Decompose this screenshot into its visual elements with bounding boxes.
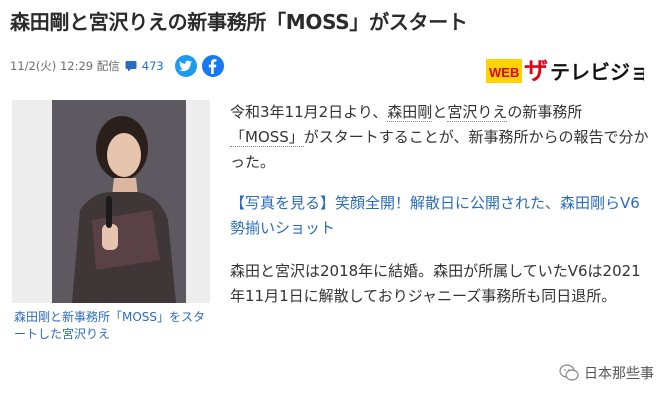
photo-image[interactable]	[52, 100, 186, 303]
wechat-icon	[559, 364, 579, 381]
article-meta: 11/2(火) 12:29 配信 473	[10, 55, 224, 77]
article-body: 令和3年11月2日より、森田剛と宮沢りえの新事務所 「MOSS」がスタートすること…	[230, 100, 650, 309]
watermark-text: 日本那些事	[584, 366, 654, 382]
twitter-share-button[interactable]	[174, 55, 197, 77]
svg-text:WEB: WEB	[489, 65, 519, 80]
article-title: 森田剛と宮沢りえの新事務所「MOSS」がスタート	[10, 10, 468, 34]
facebook-share-button[interactable]	[201, 55, 224, 77]
portrait-illustration	[52, 100, 186, 303]
svg-text:ザ: ザ	[524, 57, 548, 85]
keyword-moss[interactable]: 「MOSS」	[230, 128, 304, 147]
photo-gallery-link[interactable]: 【写真を見る】笑顔全開！解散日に公開された、森田剛らV6勢揃いショット	[230, 191, 650, 241]
keyword-morita-go[interactable]: 森田剛	[387, 103, 433, 122]
comment-count[interactable]: 473	[142, 59, 164, 73]
svg-text:テレビジョン: テレビジョン	[550, 60, 644, 84]
article-photo[interactable]	[12, 100, 210, 303]
paragraph-3: 森田と宮沢は2018年に結婚。森田が所属していたV6は2021年11月1日に解散…	[230, 262, 641, 305]
watermark: 日本那些事	[559, 363, 654, 383]
p1-text-1: 令和3年11月2日より、	[230, 103, 388, 121]
facebook-icon	[209, 58, 217, 74]
keyword-miyazawa-rie[interactable]: 宮沢りえ	[447, 103, 508, 122]
paragraph-1: 令和3年11月2日より、森田剛と宮沢りえの新事務所 「MOSS」がスタートすること…	[230, 100, 650, 175]
photo-caption[interactable]: 森田剛と新事務所「MOSS」をスタートした宮沢りえ	[14, 309, 214, 343]
twitter-icon	[179, 60, 193, 72]
p1-text-5: の新事務所	[507, 103, 583, 121]
p1-text-3: と	[432, 103, 448, 121]
web-the-television-logo[interactable]: WEB ザ テレビジョン	[486, 43, 644, 85]
publish-date: 11/2(火) 12:29 配信	[10, 59, 120, 73]
comment-icon[interactable]	[125, 60, 137, 72]
